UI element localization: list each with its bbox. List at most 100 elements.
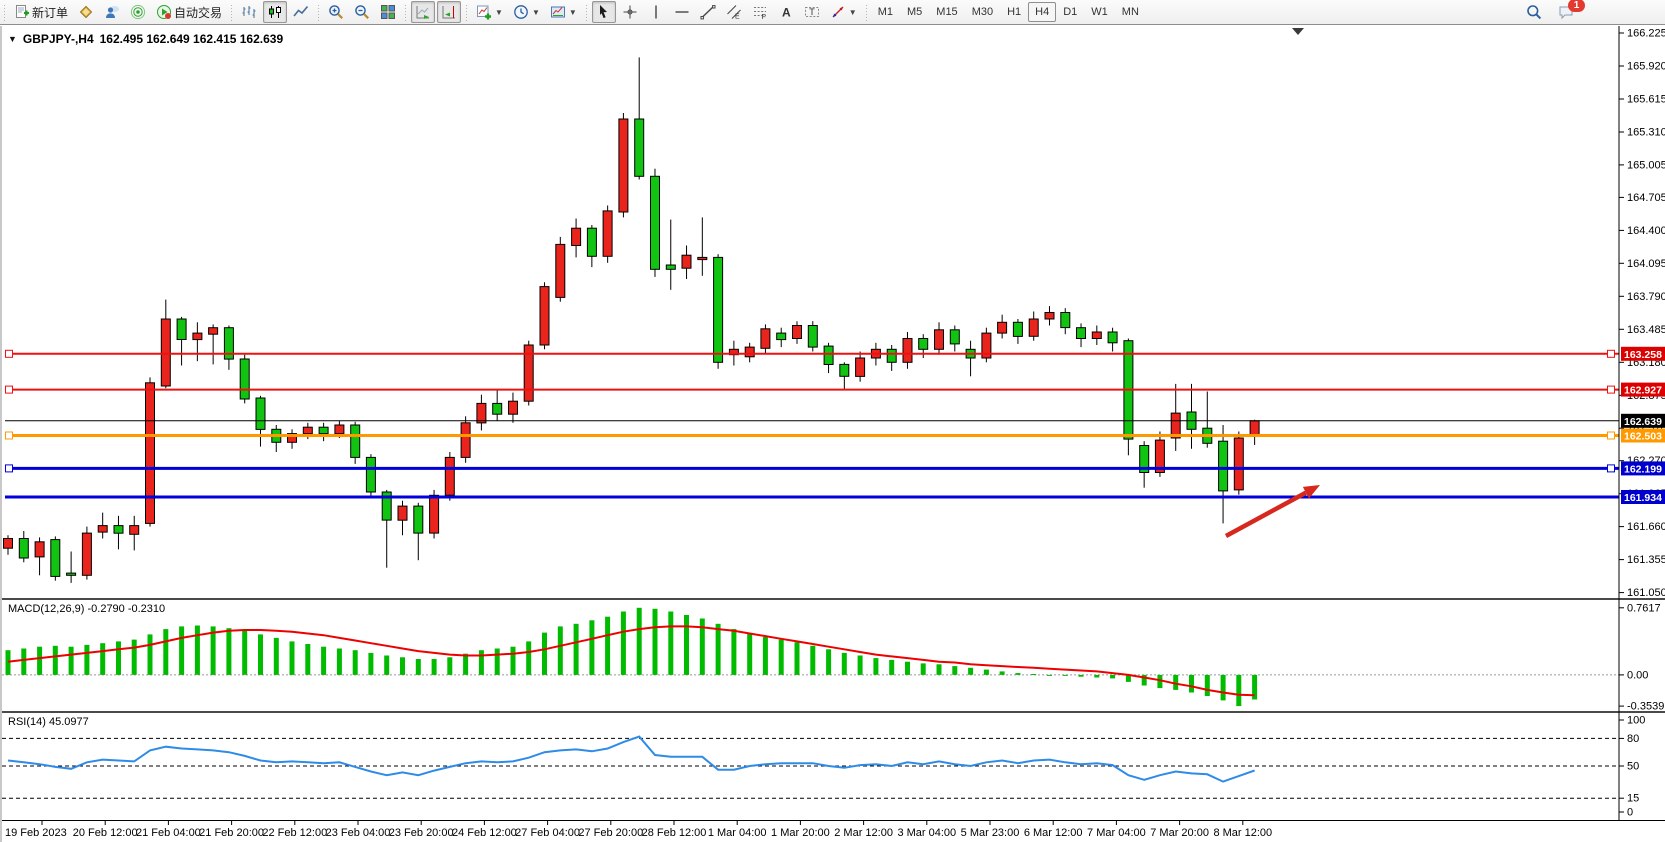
candle-body [303, 427, 312, 434]
macd-histogram-bar [368, 653, 373, 675]
periods-button[interactable]: ▼ [509, 1, 544, 23]
timeframe-button-m30[interactable]: M30 [965, 2, 1000, 22]
hline-icon [674, 4, 690, 20]
candle-body [351, 425, 360, 457]
community-button[interactable] [100, 1, 124, 23]
macd-histogram-bar [226, 628, 231, 675]
macd-histogram-bar [905, 662, 910, 675]
chart-window: 166.225165.920165.615165.310165.005164.7… [0, 26, 1665, 842]
svg-text:162.199: 162.199 [1624, 463, 1662, 475]
new-order-button[interactable]: 新订单 [10, 1, 72, 23]
line-handle[interactable] [6, 386, 13, 393]
candle-body [777, 333, 786, 340]
candle-body [1013, 322, 1022, 336]
timeframe-button-m15[interactable]: M15 [929, 2, 964, 22]
timeframe-button-m1[interactable]: M1 [871, 2, 900, 22]
macd-histogram-bar [542, 633, 547, 675]
price-tick-label: 163.790 [1627, 291, 1665, 303]
dropdown-arrow-icon[interactable]: ▼ [849, 8, 857, 17]
text-button[interactable]: A [774, 1, 798, 23]
candle-body [256, 398, 265, 429]
equidistant-channel-button[interactable]: E [722, 1, 746, 23]
candle-body [950, 330, 959, 344]
trend-arrow[interactable] [1226, 485, 1320, 536]
fibo-icon: F [752, 4, 768, 20]
macd-histogram-bar [290, 641, 295, 675]
line-handle[interactable] [1608, 432, 1615, 439]
line-handle[interactable] [6, 465, 13, 472]
tline-icon [700, 4, 716, 20]
candle-body [4, 539, 13, 549]
hline-163.258[interactable] [5, 350, 1619, 357]
autotrading-button[interactable]: 自动交易 [152, 1, 226, 23]
line-handle[interactable] [1608, 465, 1615, 472]
line-handle[interactable] [1608, 350, 1615, 357]
trendline-button[interactable] [696, 1, 720, 23]
macd-histogram-bar [1205, 675, 1210, 696]
macd-pane[interactable] [2, 608, 1619, 706]
macd-histogram-bar [258, 634, 263, 675]
hline-162.503[interactable] [5, 432, 1619, 439]
chart-menu-arrow-icon[interactable]: ▼ [8, 34, 17, 44]
price-axis[interactable]: 166.225165.920165.615165.310165.005164.7… [1619, 28, 1665, 600]
macd-histogram-bar [763, 637, 768, 675]
macd-label: MACD(12,26,9) -0.2790 -0.2310 [8, 603, 165, 615]
crosshair-button[interactable] [618, 1, 642, 23]
hline-162.199[interactable] [5, 465, 1619, 472]
macd-histogram-bar [574, 624, 579, 675]
signals-button[interactable] [126, 1, 150, 23]
timeframe-button-h1[interactable]: H1 [1000, 2, 1028, 22]
horizontal-line-button[interactable] [670, 1, 694, 23]
zoom-out-button[interactable] [350, 1, 374, 23]
arrows-button[interactable]: ▼ [826, 1, 861, 23]
templates-button[interactable]: ▼ [546, 1, 581, 23]
text-label-button[interactable]: T [800, 1, 824, 23]
auto-scroll-button[interactable] [411, 1, 435, 23]
vertical-line-button[interactable] [644, 1, 668, 23]
macd-histogram-bar [511, 647, 516, 675]
timeframe-button-w1[interactable]: W1 [1084, 2, 1115, 22]
macd-histogram-bar [826, 649, 831, 675]
dropdown-arrow-icon[interactable]: ▼ [569, 8, 577, 17]
timeframe-button-h4[interactable]: H4 [1028, 2, 1056, 22]
chat-button[interactable]: 1 [1554, 1, 1578, 23]
chart-shift-button[interactable] [437, 1, 461, 23]
tile-windows-button[interactable] [376, 1, 400, 23]
autoscroll-icon [415, 4, 431, 20]
time-tick-label: 7 Mar 04:00 [1087, 827, 1146, 839]
macd-histogram-bar [779, 640, 784, 675]
search-button[interactable] [1522, 1, 1546, 23]
line-handle[interactable] [1608, 386, 1615, 393]
price-tick-label: 165.920 [1627, 61, 1665, 73]
macd-histogram-bar [1047, 675, 1052, 676]
candlestick-chart-button[interactable] [263, 1, 287, 23]
chart-shift-marker-icon[interactable] [1292, 28, 1304, 35]
fibonacci-button[interactable]: F [748, 1, 772, 23]
dropdown-arrow-icon[interactable]: ▼ [532, 8, 540, 17]
line-handle[interactable] [6, 432, 13, 439]
price-tick-label: 164.095 [1627, 258, 1665, 270]
dropdown-arrow-icon[interactable]: ▼ [495, 8, 503, 17]
time-axis[interactable]: 19 Feb 202320 Feb 12:0021 Feb 04:0021 Fe… [5, 820, 1272, 839]
macd-histogram-bar [684, 615, 689, 675]
macd-histogram-bar [1236, 675, 1241, 706]
chart-canvas[interactable]: 166.225165.920165.615165.310165.005164.7… [2, 26, 1665, 842]
timeframe-button-m5[interactable]: M5 [900, 2, 929, 22]
tile-icon [380, 4, 396, 20]
price-flag-162.927: 162.927 [1621, 383, 1665, 397]
new-chart-button[interactable]: ▼ [472, 1, 507, 23]
zoom-in-button[interactable] [324, 1, 348, 23]
market-gold-button[interactable] [74, 1, 98, 23]
rsi-pane[interactable] [2, 737, 1619, 799]
macd-histogram-bar [937, 664, 942, 675]
macd-histogram-bar [716, 624, 721, 675]
line-chart-button[interactable] [289, 1, 313, 23]
timeframe-button-mn[interactable]: MN [1115, 2, 1146, 22]
cursor-button[interactable] [592, 1, 616, 23]
toolbar-separator [864, 3, 869, 21]
candle-body [19, 539, 28, 559]
line-handle[interactable] [6, 350, 13, 357]
bar-chart-button[interactable] [237, 1, 261, 23]
timeframe-button-d1[interactable]: D1 [1056, 2, 1084, 22]
macd-histogram-bar [1031, 674, 1036, 675]
